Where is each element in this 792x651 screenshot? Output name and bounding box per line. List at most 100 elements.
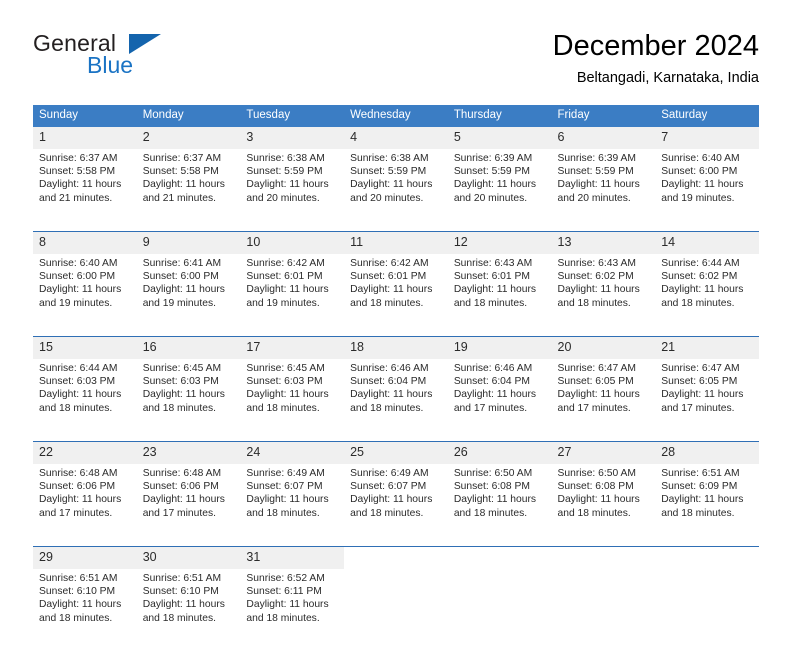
day-number-row: 22 23 24 25 26 27 28: [33, 442, 759, 464]
sunset-text: Sunset: 5:59 PM: [246, 166, 323, 178]
day-number[interactable]: 25: [344, 442, 448, 464]
sunrise-text: Sunrise: 6:48 AM: [39, 468, 118, 479]
daylight-text-line2: and 18 minutes.: [39, 402, 113, 414]
weekday-header-tuesday: Tuesday: [240, 105, 345, 127]
day-detail-cell: Sunrise: 6:49 AM Sunset: 6:07 PM Daylight:…: [344, 464, 448, 537]
day-detail-cell: Sunrise: 6:38 AM Sunset: 5:59 PM Daylight:…: [344, 149, 448, 222]
day-detail-cell: Sunrise: 6:44 AM Sunset: 6:03 PM Daylight:…: [33, 359, 137, 432]
daylight-text-line2: and 20 minutes.: [350, 192, 424, 204]
calendar-body: 1 2 3 4 5 6 7 Sunrise: 6:37 AM Sunset: 5:58 PM Da…: [33, 127, 759, 651]
day-number[interactable]: 13: [551, 232, 656, 254]
day-number[interactable]: 24: [240, 442, 345, 464]
daylight-text-line2: and 18 minutes.: [142, 612, 216, 624]
week-spacer-cell: [447, 537, 552, 547]
week-spacer: [33, 327, 759, 337]
day-number[interactable]: 8: [33, 232, 137, 254]
daylight-text-line2: and 18 minutes.: [350, 402, 424, 414]
daylight-text-line2: and 17 minutes.: [557, 402, 631, 414]
triangle-flag-icon: [129, 34, 161, 54]
daylight-text-line2: and 19 minutes.: [39, 297, 113, 309]
day-number[interactable]: 26: [447, 442, 552, 464]
sunrise-text: Sunrise: 6:51 AM: [142, 573, 222, 584]
day-detail-cell: Sunrise: 6:42 AM Sunset: 6:01 PM Daylight:…: [344, 254, 448, 327]
day-number[interactable]: 1: [33, 127, 137, 149]
week-spacer: [33, 222, 759, 232]
sunset-text: Sunset: 6:02 PM: [661, 271, 738, 283]
day-number[interactable]: 11: [344, 232, 448, 254]
daylight-text-line2: and 18 minutes.: [246, 612, 320, 624]
week-spacer-cell: [33, 222, 137, 232]
daylight-text-line2: and 18 minutes.: [142, 402, 216, 414]
day-number[interactable]: 18: [344, 337, 448, 359]
daylight-text-line1: Daylight: 11 hours: [350, 284, 433, 296]
location-subtitle: Beltangadi, Karnataka, India: [576, 70, 759, 86]
day-number[interactable]: 21: [655, 337, 759, 359]
week-spacer-cell: [136, 642, 241, 651]
week-spacer-cell: [344, 432, 448, 442]
day-number[interactable]: 23: [136, 442, 241, 464]
daylight-text-line1: Daylight: 11 hours: [453, 494, 537, 506]
weekday-header-thursday: Thursday: [447, 105, 552, 127]
day-number[interactable]: 22: [33, 442, 137, 464]
day-detail-cell: Sunrise: 6:50 AM Sunset: 6:08 PM Daylight:…: [551, 464, 656, 537]
week-spacer-cell: [655, 537, 759, 547]
sunrise-text: Sunrise: 6:43 AM: [453, 258, 533, 269]
daylight-text-line1: Daylight: 11 hours: [557, 494, 640, 506]
daylight-text-line2: and 20 minutes.: [246, 192, 320, 204]
day-number[interactable]: 16: [136, 337, 241, 359]
day-number[interactable]: 7: [655, 127, 759, 149]
week-spacer: [33, 432, 759, 442]
day-number[interactable]: 10: [240, 232, 345, 254]
daylight-text-line1: Daylight: 11 hours: [661, 284, 744, 296]
sunset-text: Sunset: 6:04 PM: [453, 376, 530, 388]
day-number[interactable]: 27: [551, 442, 656, 464]
day-number-empty: [655, 547, 759, 569]
week-spacer-cell: [551, 537, 656, 547]
sunset-text: Sunset: 5:58 PM: [142, 166, 219, 178]
week-spacer-cell: [551, 222, 656, 232]
day-number[interactable]: 5: [447, 127, 552, 149]
sunrise-text: Sunrise: 6:40 AM: [39, 258, 118, 269]
daylight-text-line1: Daylight: 11 hours: [661, 389, 744, 401]
daylight-text-line2: and 18 minutes.: [350, 507, 424, 519]
daylight-text-line1: Daylight: 11 hours: [246, 599, 329, 611]
day-detail-cell: Sunrise: 6:37 AM Sunset: 5:58 PM Daylight:…: [136, 149, 241, 222]
day-number[interactable]: 30: [136, 547, 241, 569]
daylight-text-line2: and 18 minutes.: [246, 507, 320, 519]
week-spacer: [33, 537, 759, 547]
sunrise-sunset-calendar: Sunday Monday Tuesday Wednesday Thursday…: [33, 105, 759, 651]
daylight-text-line1: Daylight: 11 hours: [557, 179, 640, 191]
day-number[interactable]: 2: [136, 127, 241, 149]
daylight-text-line2: and 18 minutes.: [246, 402, 320, 414]
day-detail-cell: Sunrise: 6:43 AM Sunset: 6:01 PM Daylight:…: [447, 254, 552, 327]
page-header: General Blue December 2024 Beltangadi, K…: [33, 28, 759, 98]
sunrise-text: Sunrise: 6:52 AM: [246, 573, 325, 584]
day-detail-empty: [447, 569, 552, 642]
day-number[interactable]: 17: [240, 337, 345, 359]
sunrise-text: Sunrise: 6:46 AM: [453, 363, 533, 374]
day-number-row: 29 30 31: [33, 547, 759, 569]
day-number[interactable]: 14: [655, 232, 759, 254]
daylight-text-line2: and 18 minutes.: [453, 297, 528, 309]
sunset-text: Sunset: 6:06 PM: [142, 481, 219, 493]
day-number[interactable]: 6: [551, 127, 656, 149]
day-number[interactable]: 29: [33, 547, 137, 569]
daylight-text-line1: Daylight: 11 hours: [246, 179, 329, 191]
day-detail-cell: Sunrise: 6:40 AM Sunset: 6:00 PM Daylight:…: [655, 149, 759, 222]
daylight-text-line1: Daylight: 11 hours: [142, 599, 225, 611]
brand-logo[interactable]: General Blue: [33, 30, 243, 90]
weekday-header-monday: Monday: [136, 105, 241, 127]
daylight-text-line1: Daylight: 11 hours: [246, 284, 329, 296]
day-number[interactable]: 4: [344, 127, 448, 149]
daylight-text-line1: Daylight: 11 hours: [661, 494, 744, 506]
day-number[interactable]: 3: [240, 127, 345, 149]
day-number[interactable]: 19: [447, 337, 552, 359]
day-number[interactable]: 15: [33, 337, 137, 359]
day-number-row: 8 9 10 11 12 13 14: [33, 232, 759, 254]
day-number[interactable]: 20: [551, 337, 656, 359]
day-number[interactable]: 28: [655, 442, 759, 464]
day-number[interactable]: 31: [240, 547, 345, 569]
day-number[interactable]: 9: [136, 232, 241, 254]
sunset-text: Sunset: 6:01 PM: [246, 271, 323, 283]
day-number[interactable]: 12: [447, 232, 552, 254]
